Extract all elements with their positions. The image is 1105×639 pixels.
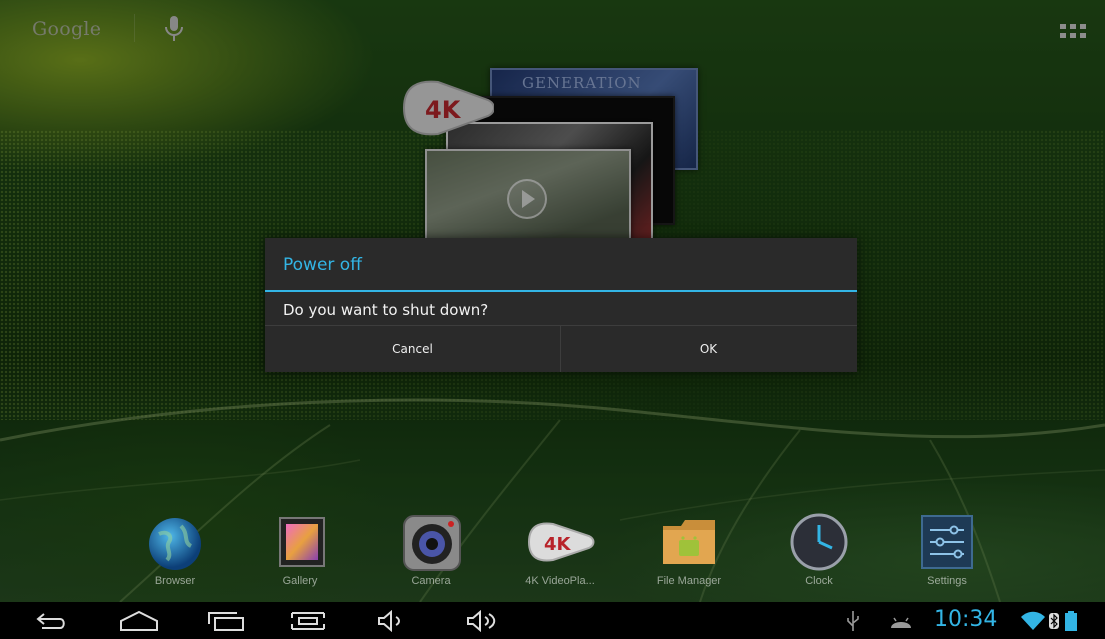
back-icon[interactable] — [34, 610, 68, 632]
ok-button[interactable]: OK — [561, 326, 856, 372]
volume-up-icon[interactable] — [465, 610, 499, 632]
wifi-icon — [1021, 611, 1045, 630]
dialog-title: Power off — [283, 255, 362, 275]
android-home-screen: Google GENERATION 4K Browser Gallery Cam… — [0, 0, 1105, 639]
dock-app-gallery[interactable]: Gallery — [255, 512, 345, 594]
dock-app-label: File Manager — [656, 575, 722, 587]
dock-app-camera[interactable]: Camera — [386, 512, 476, 594]
usb-icon — [847, 611, 859, 631]
dialog-message: Do you want to shut down? — [283, 301, 489, 319]
dock-app-label: Clock — [805, 575, 833, 587]
camera-icon — [403, 515, 461, 571]
clock-icon — [790, 513, 848, 571]
dock-app-label: Gallery — [282, 575, 318, 587]
cancel-button[interactable]: Cancel — [265, 326, 560, 372]
dock-app-label: Settings — [927, 575, 967, 587]
android-debug-icon — [891, 617, 911, 628]
4k-video-icon: 4K — [527, 522, 595, 562]
dock-app-4k-video-player[interactable]: 4K 4K VideoPla... — [515, 512, 605, 594]
bluetooth-icon — [1049, 613, 1059, 629]
folder-icon — [663, 520, 715, 564]
globe-icon — [149, 518, 201, 570]
dock-app-label: Camera — [411, 575, 451, 587]
status-clock: 10:34 — [934, 607, 998, 632]
battery-icon — [1065, 611, 1077, 631]
volume-down-icon[interactable] — [376, 610, 406, 632]
svg-text:4K: 4K — [544, 534, 572, 555]
dock-app-label: 4K VideoPla... — [525, 575, 595, 587]
power-off-dialog: Power off Do you want to shut down? Canc… — [265, 238, 857, 372]
home-icon[interactable] — [118, 610, 160, 632]
gallery-icon — [279, 517, 325, 567]
dock-app-file-manager[interactable]: File Manager — [644, 512, 734, 594]
dock-app-label: Browser — [154, 575, 196, 587]
dock-app-clock[interactable]: Clock — [774, 512, 864, 594]
navigation-bar: 10:34 — [0, 602, 1105, 639]
settings-icon — [921, 515, 973, 569]
recent-apps-icon[interactable] — [206, 610, 246, 632]
dialog-title-divider — [265, 290, 857, 292]
screenshot-icon[interactable] — [290, 610, 326, 632]
dock-app-browser[interactable]: Browser — [130, 512, 220, 594]
dock-app-settings[interactable]: Settings — [902, 512, 992, 594]
